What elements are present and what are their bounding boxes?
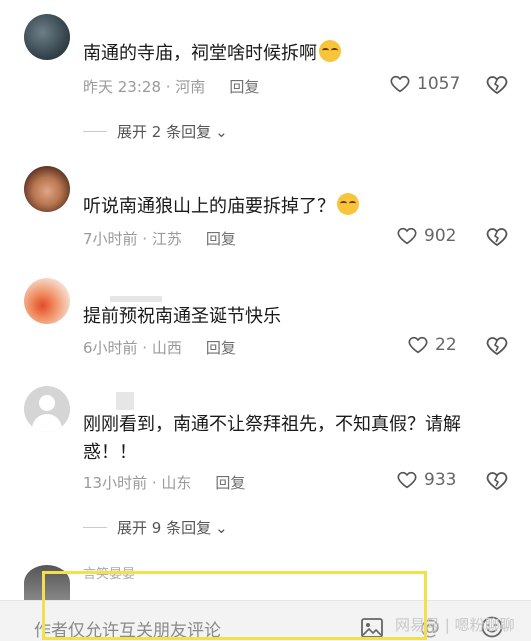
expand-replies[interactable]: 展开 9 条回复 ⌄ <box>83 517 228 538</box>
comment-meta: 7小时前 · 江苏 回复 <box>83 228 236 249</box>
heart-outline-icon <box>408 336 428 354</box>
smile-emoji-icon <box>337 193 359 215</box>
reply-button[interactable]: 回复 <box>206 339 236 357</box>
comment-time: 13小时前 · 山东 <box>83 474 192 492</box>
like-button[interactable]: 933 <box>396 469 456 491</box>
expand-label: 展开 2 条回复 <box>117 123 212 141</box>
avatar[interactable] <box>24 14 70 60</box>
comment-text: 提前预祝南通圣诞节快乐 <box>83 306 281 327</box>
avatar[interactable] <box>24 166 70 212</box>
chevron-down-icon: ⌄ <box>215 122 228 141</box>
like-button[interactable]: 902 <box>396 225 456 247</box>
highlight-box <box>42 571 427 640</box>
expand-replies[interactable]: 展开 2 条回复 ⌄ <box>83 121 228 142</box>
broken-heart-icon[interactable] <box>485 469 509 493</box>
like-button[interactable]: 22 <box>407 334 457 356</box>
heart-outline-icon <box>390 75 410 93</box>
comment-time: 7小时前 · 江苏 <box>83 230 182 248</box>
like-count: 22 <box>435 335 457 355</box>
avatar[interactable] <box>24 386 70 432</box>
comment-meta: 6小时前 · 山西 回复 <box>83 337 236 358</box>
broken-heart-icon[interactable] <box>485 225 509 249</box>
username-redacted <box>116 392 134 410</box>
comment-text: 南通的寺庙，祠堂啥时候拆啊 <box>83 40 503 68</box>
comment-time: 6小时前 · 山西 <box>83 339 182 357</box>
reply-button[interactable]: 回复 <box>215 474 245 492</box>
reply-button[interactable]: 回复 <box>206 230 236 248</box>
expand-label: 展开 9 条回复 <box>117 519 212 537</box>
like-button[interactable]: 1057 <box>389 73 460 95</box>
broken-heart-icon[interactable] <box>485 73 509 97</box>
divider <box>83 131 107 132</box>
divider <box>83 527 107 528</box>
comment-text: 刚刚看到，南通不让祭拜祖先，不知真假？请解惑！！ <box>83 414 461 463</box>
like-count: 933 <box>424 470 457 490</box>
comment-time: 昨天 23:28 · 河南 <box>83 78 206 96</box>
like-count: 1057 <box>417 74 461 94</box>
reply-button[interactable]: 回复 <box>229 78 259 96</box>
username-redacted <box>110 296 162 302</box>
heart-outline-icon <box>397 471 417 489</box>
avatar[interactable] <box>24 278 70 324</box>
smile-emoji-icon <box>319 40 341 62</box>
comment-meta: 13小时前 · 山东 回复 <box>83 472 245 493</box>
chevron-down-icon: ⌄ <box>215 518 228 537</box>
comment-text: 听说南通狼山上的庙要拆掉了？ <box>83 193 503 221</box>
like-count: 902 <box>424 226 457 246</box>
heart-outline-icon <box>397 227 417 245</box>
comment-meta: 昨天 23:28 · 河南 回复 <box>83 76 259 97</box>
broken-heart-icon[interactable] <box>485 334 509 358</box>
